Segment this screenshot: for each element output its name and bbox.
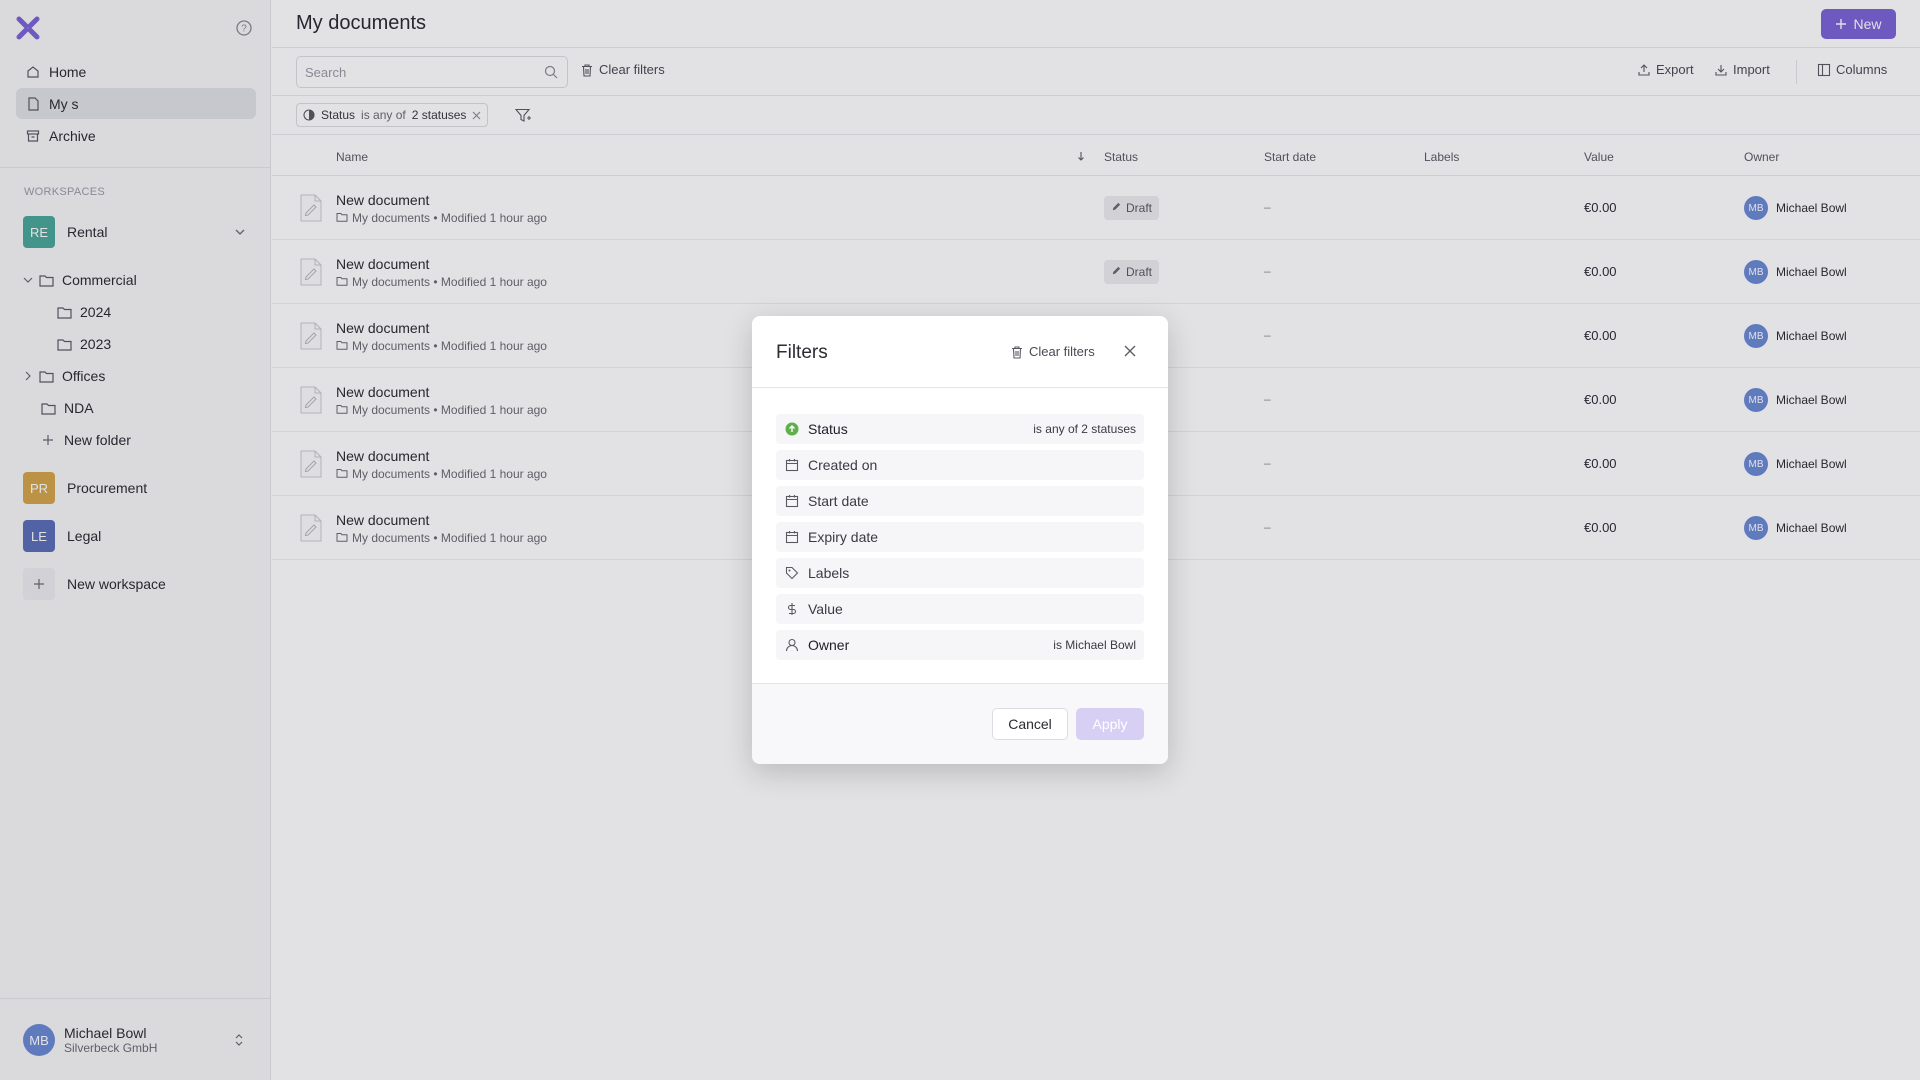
- cancel-button[interactable]: Cancel: [992, 708, 1068, 740]
- calendar-icon: [784, 457, 800, 473]
- status-icon: [784, 421, 800, 437]
- filter-row-created-on[interactable]: Created on: [776, 450, 1144, 480]
- trash-icon: [1012, 345, 1022, 359]
- dialog-divider: [752, 387, 1168, 388]
- filter-row-status[interactable]: Status is any of 2 statuses: [776, 414, 1144, 444]
- filter-label: Status: [808, 421, 848, 437]
- filter-label: Created on: [808, 457, 878, 473]
- filter-label: Start date: [808, 493, 869, 509]
- dialog-clear-filters-label: Clear filters: [1029, 344, 1095, 359]
- filter-label: Value: [808, 601, 843, 617]
- filter-row-labels[interactable]: Labels: [776, 558, 1144, 588]
- calendar-icon: [784, 529, 800, 545]
- dialog-title: Filters: [776, 342, 828, 363]
- filter-row-value[interactable]: Value: [776, 594, 1144, 624]
- filter-row-expiry-date[interactable]: Expiry date: [776, 522, 1144, 552]
- filter-label: Owner: [808, 637, 850, 653]
- dollar-icon: [784, 601, 800, 617]
- apply-button[interactable]: Apply: [1076, 708, 1144, 740]
- dialog-clear-filters-button[interactable]: Clear filters: [1010, 344, 1095, 359]
- filter-value: is Michael Bowl: [1053, 638, 1136, 652]
- filter-label: Labels: [808, 565, 850, 581]
- dialog-footer: Cancel Apply: [752, 683, 1168, 764]
- filter-row-owner[interactable]: Owner is Michael Bowl: [776, 630, 1144, 660]
- close-icon[interactable]: [1123, 344, 1137, 358]
- filter-label: Expiry date: [808, 529, 879, 545]
- filters-dialog: Filters Clear filters Status is any of 2 …: [752, 316, 1168, 764]
- calendar-icon: [784, 493, 800, 509]
- filter-row-start-date[interactable]: Start date: [776, 486, 1144, 516]
- filter-value: is any of 2 statuses: [1033, 422, 1136, 436]
- tag-icon: [784, 565, 800, 581]
- user-icon: [784, 637, 800, 653]
